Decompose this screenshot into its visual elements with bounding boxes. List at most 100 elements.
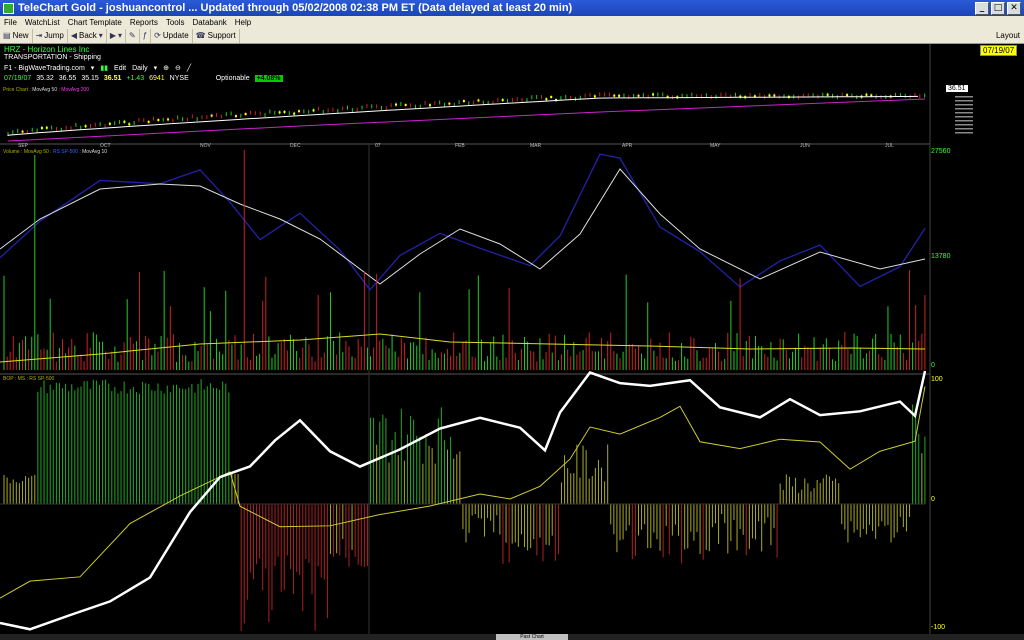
percent-change-badge: +4.08% <box>254 75 283 82</box>
quote-row: 07/19/07 35.32 36.55 35.15 36.51 +1.43 6… <box>4 75 283 82</box>
forward-arrow-icon: ▶ <box>109 31 116 40</box>
quote-last: 36.51 <box>103 75 122 82</box>
watchlist-row: F1 - BigWaveTrading.com ▾ ▮▮ Edit Daily … <box>4 64 191 73</box>
month-tick-label: MAY <box>710 143 721 149</box>
volume-label: Volume <box>3 149 20 155</box>
price-ladder-mark <box>955 100 973 102</box>
price-dot <box>123 120 126 123</box>
month-tick-label: JUL <box>885 143 894 149</box>
price-ladder-mark <box>955 96 973 98</box>
industry-label: TRANSPORTATION - Shipping <box>4 54 101 61</box>
price-dot <box>768 94 771 97</box>
pencil-icon: ✎ <box>128 31 136 40</box>
bop-axis-bottom: -100 <box>931 624 946 631</box>
volume-axis-mid: 13780 <box>931 253 951 260</box>
price-dot <box>404 103 407 106</box>
edit-button[interactable]: Edit <box>114 65 126 72</box>
minimize-button[interactable]: _ <box>975 1 989 15</box>
forward-button[interactable]: ▶ ▾ <box>107 28 126 43</box>
price-ladder-mark <box>955 104 973 106</box>
vol-ma50-label: MovAvg 50 <box>23 149 49 155</box>
price-dot <box>462 100 465 103</box>
update-button[interactable]: ⟳ Update <box>151 28 193 43</box>
period-chevron-down-icon[interactable]: ▾ <box>154 64 158 72</box>
price-dot <box>501 99 504 102</box>
dropdown-arrow-icon[interactable]: ▾ <box>99 31 103 40</box>
maximize-button[interactable]: □ <box>991 1 1005 15</box>
draw-tool-button[interactable]: ✎ <box>126 28 140 43</box>
zoom-out-icon[interactable]: ⊖ <box>175 64 181 72</box>
menu-tools[interactable]: Tools <box>162 18 189 27</box>
back-label: Back <box>79 31 97 40</box>
quote-exchange: NYSE <box>169 75 189 82</box>
watchlist-chevron-down-icon[interactable]: ▾ <box>91 64 95 72</box>
quote-open: 35.32 <box>36 75 54 82</box>
price-dot <box>652 93 655 96</box>
price-ladder-mark <box>955 108 973 110</box>
new-document-icon: ▤ <box>3 31 11 40</box>
rs-sp500-label: RS SP-500 <box>52 149 78 155</box>
month-tick-label: FEB <box>455 143 465 149</box>
price-dot <box>477 99 480 102</box>
price-dot <box>84 125 87 128</box>
month-tick-label: 07 <box>375 143 381 149</box>
formula-button[interactable]: ƒ <box>140 28 152 43</box>
menu-file[interactable]: File <box>0 18 21 27</box>
volume-axis-top: 27560 <box>931 148 951 155</box>
ticker-title: HRZ - Horizon Lines Inc <box>4 45 90 54</box>
close-button[interactable]: ✕ <box>1007 1 1021 15</box>
price-dot <box>395 103 397 106</box>
price-ladder-mark <box>955 116 973 118</box>
month-tick-label: JUN <box>800 143 810 149</box>
update-label: Update <box>162 31 189 40</box>
period-dropdown[interactable]: Daily <box>132 65 148 72</box>
price-dot <box>550 95 553 98</box>
trendline-tool-icon[interactable]: ╱ <box>187 64 191 72</box>
month-tick-label: DEC <box>290 143 301 149</box>
ma50-label: MovAvg 50 <box>32 87 58 93</box>
price-dot <box>21 130 24 133</box>
price-chart-label: Price Chart <box>3 87 29 93</box>
window-title: TeleChart Gold - joshuancontrol ... Upda… <box>18 2 573 14</box>
menu-watchlist[interactable]: WatchList <box>21 18 64 27</box>
past-chart-scroll-thumb[interactable]: Past Chart <box>496 634 568 640</box>
jump-button[interactable]: ⇥ Jump <box>33 28 68 43</box>
price-dot <box>167 118 170 121</box>
zoom-in-icon[interactable]: ⊕ <box>163 64 169 72</box>
layout-button[interactable]: Layout <box>996 31 1020 40</box>
price-dot <box>826 93 829 96</box>
price-dot <box>637 94 640 97</box>
watchlist-dropdown[interactable]: F1 - BigWaveTrading.com <box>4 65 85 72</box>
price-dot <box>846 94 849 97</box>
ma50-line <box>7 95 919 136</box>
menu-reports[interactable]: Reports <box>126 18 162 27</box>
new-button[interactable]: ▤ New <box>0 28 33 43</box>
vol-ma10-label: MovAvg 10 <box>82 149 108 155</box>
price-dot <box>40 126 43 129</box>
price-ladder-mark <box>955 128 973 130</box>
support-button[interactable]: ☎ Support <box>193 28 240 43</box>
menu-bar: File WatchList Chart Template Reports To… <box>0 16 1024 28</box>
menu-databank[interactable]: Databank <box>189 18 231 27</box>
bop-axis-top: 100 <box>931 376 943 383</box>
quote-change: +1.43 <box>126 75 145 82</box>
back-button[interactable]: ◀ Back ▾ <box>68 28 107 43</box>
price-dot <box>298 110 300 113</box>
price-dot <box>545 98 548 101</box>
price-dot <box>244 113 247 116</box>
telechart-app-icon <box>3 2 14 14</box>
volume-ma10-line <box>0 168 926 285</box>
price-dot <box>428 104 431 107</box>
forward-dropdown-icon[interactable]: ▾ <box>118 31 122 40</box>
support-label: Support <box>207 31 236 40</box>
ma200-label: MovAvg 200 <box>61 87 89 93</box>
jump-icon: ⇥ <box>35 31 43 40</box>
volume-panel-header: Volume : MovAvg 50 : RS SP-500 : MovAvg … <box>3 149 108 155</box>
price-dot <box>618 94 621 97</box>
price-dot <box>773 94 776 97</box>
price-dot <box>448 102 451 105</box>
price-dot <box>234 115 237 118</box>
menu-help[interactable]: Help <box>231 18 255 27</box>
menu-chart-template[interactable]: Chart Template <box>64 18 126 27</box>
price-panel-header: Price Chart : MovAvg 50 : MovAvg 200 <box>3 87 89 93</box>
